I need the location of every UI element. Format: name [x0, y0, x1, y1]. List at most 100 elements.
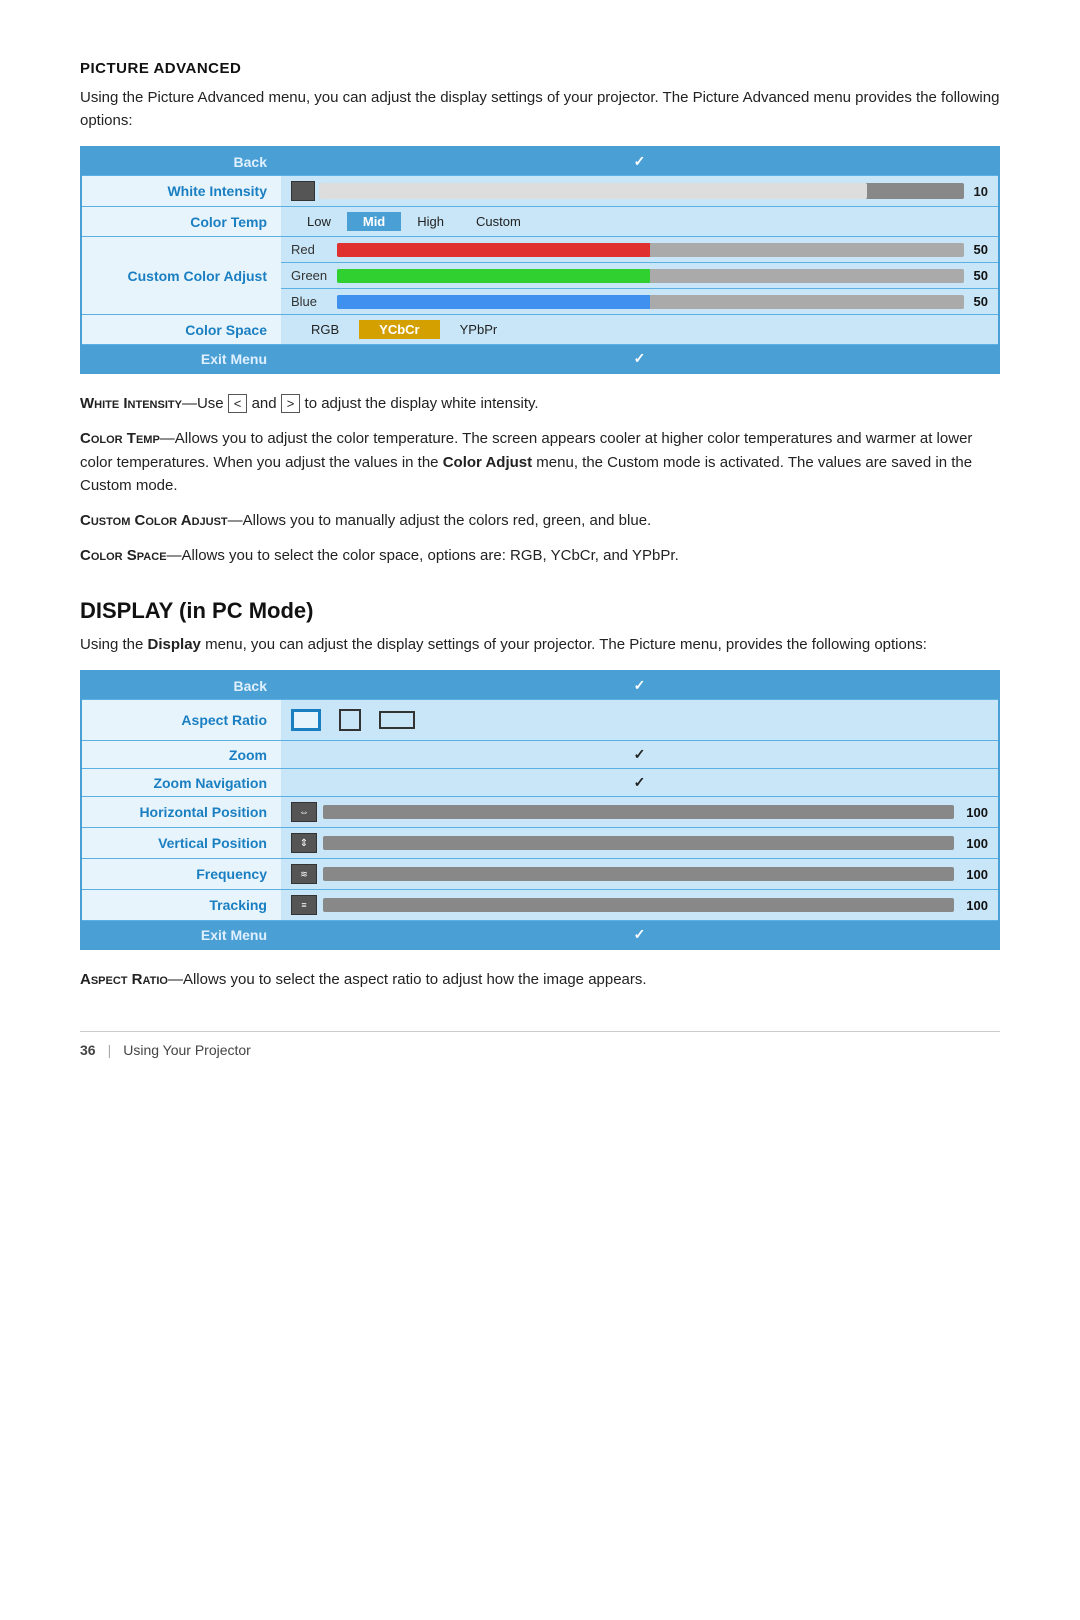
blue-label: Blue	[291, 294, 333, 309]
freq-content: ≋ 100	[281, 859, 999, 890]
cs-rgb[interactable]: RGB	[291, 320, 359, 339]
red-value: 50	[974, 242, 988, 257]
white-intensity-bar: 10	[291, 181, 988, 201]
zoom-row: Zoom ✓	[81, 741, 999, 769]
wi-dash: —	[182, 395, 197, 412]
ar-icon-wide[interactable]	[291, 709, 321, 731]
white-intensity-row: White Intensity 10	[81, 176, 999, 207]
green-label: Green	[291, 268, 333, 283]
footer-page: 36	[80, 1042, 96, 1058]
ar-icon-square[interactable]	[339, 709, 361, 731]
aspect-ratio-label: Aspect Ratio	[81, 700, 281, 741]
desc-custom-color: Custom Color Adjust—Allows you to manual…	[80, 509, 1000, 532]
horiz-content: ⇔ 100	[281, 797, 999, 828]
red-slider-row: Red 50	[291, 242, 988, 257]
ar-icon-wider[interactable]	[379, 711, 415, 729]
cs-ycbcr[interactable]: YCbCr	[359, 320, 439, 339]
custom-color-term: Custom Color Adjust	[80, 512, 228, 529]
color-temp-term: Color Temp	[80, 430, 160, 447]
intensity-fill	[319, 183, 867, 199]
zoom-nav-row: Zoom Navigation ✓	[81, 769, 999, 797]
aspect-icons	[291, 705, 988, 735]
footer: 36 | Using Your Projector	[80, 1031, 1000, 1058]
tracking-track	[323, 898, 954, 912]
freq-icon: ≋	[291, 864, 317, 884]
back-check: ✓	[281, 147, 999, 176]
blue-value: 50	[974, 294, 988, 309]
vert-bar: ⇕ 100	[291, 833, 988, 853]
vert-icon: ⇕	[291, 833, 317, 853]
color-temp-options: Low Mid High Custom	[291, 212, 988, 231]
intensity-value: 10	[974, 184, 988, 199]
exit-label: Exit Menu	[81, 345, 281, 374]
green-fill	[337, 269, 650, 283]
color-space-row: Color Space RGB YCbCr YPbPr	[81, 315, 999, 345]
tracking-value: 100	[966, 898, 988, 913]
display-exit-row: Exit Menu ✓	[81, 921, 999, 950]
aspect-ratio-term: Aspect Ratio	[80, 971, 168, 988]
tracking-row: Tracking ≡ 100	[81, 890, 999, 921]
freq-label: Frequency	[81, 859, 281, 890]
aspect-ratio-row: Aspect Ratio	[81, 700, 999, 741]
horiz-row: Horizontal Position ⇔ 100	[81, 797, 999, 828]
picture-advanced-section: PICTURE ADVANCED Using the Picture Advan…	[80, 60, 1000, 568]
aspect-ratio-content	[281, 700, 999, 741]
color-temp-content: Low Mid High Custom	[281, 207, 999, 237]
horiz-value: 100	[966, 805, 988, 820]
picture-advanced-intro: Using the Picture Advanced menu, you can…	[80, 87, 1000, 132]
picture-advanced-menu: Back ✓ White Intensity 10 Co	[80, 146, 1000, 374]
freq-track	[323, 867, 954, 881]
display-back-label: Back	[81, 671, 281, 700]
blue-slider-row: Blue 50	[291, 294, 988, 309]
intensity-track	[319, 183, 964, 199]
white-intensity-term: White Intensity	[80, 395, 182, 412]
left-btn[interactable]: <	[228, 394, 248, 413]
color-space-term: Color Space	[80, 547, 167, 564]
white-intensity-label: White Intensity	[81, 176, 281, 207]
color-space-content: RGB YCbCr YPbPr	[281, 315, 999, 345]
color-adjust-bold: Color Adjust	[443, 454, 532, 471]
display-pc-menu: Back ✓ Aspect Ratio Zoom ✓	[80, 670, 1000, 950]
display-exit-label: Exit Menu	[81, 921, 281, 950]
exit-row: Exit Menu ✓	[81, 345, 999, 374]
red-label: Red	[291, 242, 333, 257]
red-slider-cell: Red 50	[281, 237, 999, 263]
zoom-nav-label: Zoom Navigation	[81, 769, 281, 797]
color-temp-low[interactable]: Low	[291, 212, 347, 231]
cs-ypbpr[interactable]: YPbPr	[440, 320, 518, 339]
tracking-icon: ≡	[291, 895, 317, 915]
color-temp-high[interactable]: High	[401, 212, 460, 231]
footer-text: Using Your Projector	[123, 1042, 251, 1058]
color-space-label: Color Space	[81, 315, 281, 345]
intensity-icon	[291, 181, 315, 201]
color-temp-row: Color Temp Low Mid High Custom	[81, 207, 999, 237]
blue-slider-cell: Blue 50	[281, 289, 999, 315]
tracking-label: Tracking	[81, 890, 281, 921]
zoom-label: Zoom	[81, 741, 281, 769]
color-temp-custom[interactable]: Custom	[460, 212, 537, 231]
green-slider-cell: Green 50	[281, 263, 999, 289]
desc-color-space: Color Space—Allows you to select the col…	[80, 544, 1000, 567]
picture-advanced-heading: PICTURE ADVANCED	[80, 60, 1000, 77]
blue-fill	[337, 295, 650, 309]
display-exit-check: ✓	[281, 921, 999, 950]
desc-white-intensity: White Intensity—Use < and > to adjust th…	[80, 392, 1000, 415]
green-value: 50	[974, 268, 988, 283]
green-slider-row: Green 50	[291, 268, 988, 283]
display-pc-heading: DISPLAY (in PC Mode)	[80, 598, 1000, 624]
custom-color-label: Custom Color Adjust	[81, 237, 281, 315]
horiz-track	[323, 805, 954, 819]
green-track	[337, 269, 964, 283]
desc-color-temp: Color Temp—Allows you to adjust the colo…	[80, 427, 1000, 497]
custom-color-row: Custom Color Adjust Red 50	[81, 237, 999, 263]
vert-row: Vertical Position ⇕ 100	[81, 828, 999, 859]
color-temp-label: Color Temp	[81, 207, 281, 237]
display-pc-section: DISPLAY (in PC Mode) Using the Display m…	[80, 598, 1000, 992]
tracking-bar: ≡ 100	[291, 895, 988, 915]
exit-check: ✓	[281, 345, 999, 374]
zoom-check: ✓	[281, 741, 999, 769]
color-temp-mid[interactable]: Mid	[347, 212, 401, 231]
right-btn[interactable]: >	[281, 394, 301, 413]
vert-track	[323, 836, 954, 850]
freq-bar: ≋ 100	[291, 864, 988, 884]
